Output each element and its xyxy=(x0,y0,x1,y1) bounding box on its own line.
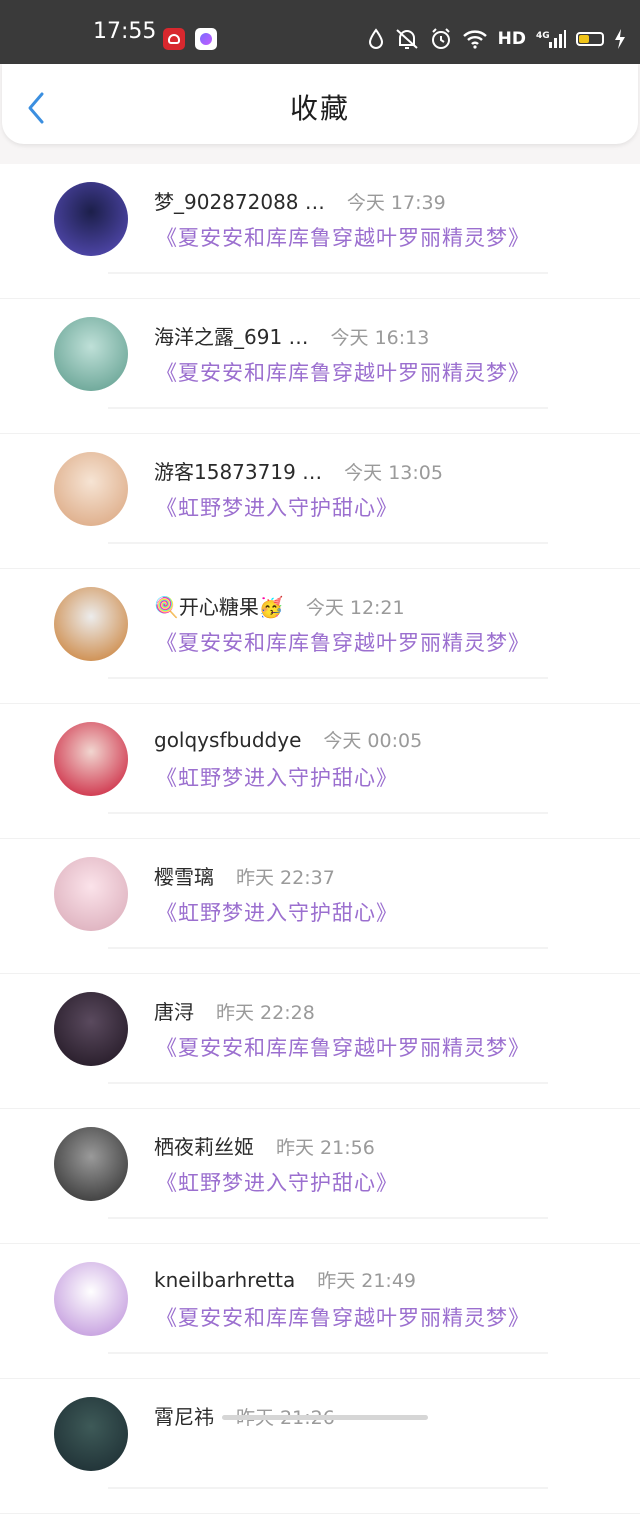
user-name[interactable]: 海洋之露_691 … xyxy=(154,321,309,350)
page-title: 收藏 xyxy=(289,92,350,125)
list-item[interactable]: 游客15873719 … 今天 13:05 《虹野梦进入守护甜心》 xyxy=(0,434,640,569)
mute-icon xyxy=(395,29,418,49)
avatar[interactable] xyxy=(54,1397,128,1471)
home-indicator[interactable] xyxy=(222,1415,428,1420)
divider xyxy=(108,812,548,814)
divider xyxy=(108,1352,548,1354)
user-name[interactable]: 梦_902872088 … xyxy=(154,186,325,215)
user-name[interactable]: 樱雪璃 xyxy=(154,861,214,890)
avatar[interactable] xyxy=(54,317,128,391)
item-meta: 唐浔 昨天 22:28 xyxy=(154,996,315,1026)
svg-text:4G: 4G xyxy=(536,31,550,41)
list-item[interactable]: golqysfbuddye 今天 00:05 《虹野梦进入守护甜心》 xyxy=(0,704,640,839)
book-title-link[interactable]: 《虹野梦进入守护甜心》 xyxy=(156,492,398,522)
item-meta: 梦_902872088 … 今天 17:39 xyxy=(154,186,446,216)
divider xyxy=(108,1082,548,1084)
item-meta: golqysfbuddye 今天 00:05 xyxy=(154,726,422,756)
divider xyxy=(108,542,548,544)
book-title-link[interactable]: 《夏安安和库库鲁穿越叶罗丽精灵梦》 xyxy=(156,222,530,252)
divider xyxy=(108,1487,548,1489)
list-item[interactable]: 🍭开心糖果🥳 今天 12:21 《夏安安和库库鲁穿越叶罗丽精灵梦》 xyxy=(0,569,640,704)
list-item[interactable]: 唐浔 昨天 22:28 《夏安安和库库鲁穿越叶罗丽精灵梦》 xyxy=(0,974,640,1109)
charging-icon xyxy=(615,29,625,49)
user-name[interactable]: 游客15873719 … xyxy=(154,456,322,485)
wifi-icon xyxy=(462,30,487,49)
timestamp: 今天 00:05 xyxy=(323,730,423,752)
list-item[interactable]: kneilbarhretta 昨天 21:49 《夏安安和库库鲁穿越叶罗丽精灵梦》 xyxy=(0,1244,640,1379)
book-title-link[interactable]: 《虹野梦进入守护甜心》 xyxy=(156,1167,398,1197)
divider xyxy=(108,677,548,679)
user-name[interactable]: golqysfbuddye xyxy=(154,728,301,752)
item-meta: 栖夜莉丝姬 昨天 21:56 xyxy=(154,1131,375,1161)
item-meta: 海洋之露_691 … 今天 16:13 xyxy=(154,321,429,351)
user-name[interactable]: 霄尼祎 xyxy=(154,1401,214,1430)
battery-icon xyxy=(576,32,604,46)
timestamp: 昨天 21:49 xyxy=(317,1270,416,1292)
item-meta: 樱雪璃 昨天 22:37 xyxy=(154,861,335,891)
book-title-link[interactable]: 《夏安安和库库鲁穿越叶罗丽精灵梦》 xyxy=(156,357,530,387)
app-notification-red-icon xyxy=(163,28,185,50)
divider xyxy=(108,407,548,409)
avatar[interactable] xyxy=(54,1127,128,1201)
avatar[interactable] xyxy=(54,857,128,931)
app-notification-purple-icon xyxy=(195,28,217,50)
timestamp: 昨天 22:28 xyxy=(216,1002,315,1024)
item-meta: 🍭开心糖果🥳 今天 12:21 xyxy=(154,591,405,621)
alarm-icon xyxy=(431,28,450,49)
divider xyxy=(108,1217,548,1219)
divider xyxy=(108,947,548,949)
header-card: 收藏 xyxy=(2,64,638,144)
avatar[interactable] xyxy=(54,182,128,256)
header: 收藏 xyxy=(0,64,640,164)
timestamp: 今天 16:13 xyxy=(330,327,430,349)
book-title-link[interactable]: 《虹野梦进入守护甜心》 xyxy=(156,897,398,927)
avatar[interactable] xyxy=(54,587,128,661)
status-time: 17:55 xyxy=(93,19,157,44)
book-title-link[interactable]: 《夏安安和库库鲁穿越叶罗丽精灵梦》 xyxy=(156,1302,530,1332)
avatar[interactable] xyxy=(54,1262,128,1336)
list-item[interactable]: 樱雪璃 昨天 22:37 《虹野梦进入守护甜心》 xyxy=(0,839,640,974)
item-meta: 游客15873719 … 今天 13:05 xyxy=(154,456,443,486)
timestamp: 昨天 21:56 xyxy=(276,1137,375,1159)
avatar[interactable] xyxy=(54,992,128,1066)
user-name[interactable]: 🍭开心糖果🥳 xyxy=(154,591,284,620)
user-name[interactable]: 栖夜莉丝姬 xyxy=(154,1131,254,1160)
water-drop-icon xyxy=(368,28,383,49)
avatar[interactable] xyxy=(54,452,128,526)
timestamp: 昨天 22:37 xyxy=(236,867,335,889)
status-bar: 17:55 HD 4G xyxy=(0,0,640,64)
user-name[interactable]: kneilbarhretta xyxy=(154,1268,295,1292)
hd-indicator: HD xyxy=(497,29,526,49)
list-item[interactable]: 梦_902872088 … 今天 17:39 《夏安安和库库鲁穿越叶罗丽精灵梦》 xyxy=(0,164,640,299)
book-title-link[interactable]: 《夏安安和库库鲁穿越叶罗丽精灵梦》 xyxy=(156,627,530,657)
timestamp: 今天 17:39 xyxy=(346,192,446,214)
favorites-list: 梦_902872088 … 今天 17:39 《夏安安和库库鲁穿越叶罗丽精灵梦》 海洋… xyxy=(0,164,640,1514)
status-icons: HD 4G xyxy=(368,26,626,52)
avatar[interactable] xyxy=(54,722,128,796)
divider xyxy=(108,272,548,274)
list-item[interactable]: 栖夜莉丝姬 昨天 21:56 《虹野梦进入守护甜心》 xyxy=(0,1109,640,1244)
list-item[interactable]: 霄尼祎昨天 21:26 xyxy=(0,1379,640,1514)
timestamp: 今天 12:21 xyxy=(305,597,405,619)
signal-icon: 4G xyxy=(536,30,566,48)
list-item[interactable]: 海洋之露_691 … 今天 16:13 《夏安安和库库鲁穿越叶罗丽精灵梦》 xyxy=(0,299,640,434)
user-name[interactable]: 唐浔 xyxy=(154,996,194,1025)
item-meta: kneilbarhretta 昨天 21:49 xyxy=(154,1266,416,1296)
book-title-link[interactable]: 《虹野梦进入守护甜心》 xyxy=(156,762,398,792)
book-title-link[interactable]: 《夏安安和库库鲁穿越叶罗丽精灵梦》 xyxy=(156,1032,530,1062)
timestamp: 今天 13:05 xyxy=(344,462,443,484)
